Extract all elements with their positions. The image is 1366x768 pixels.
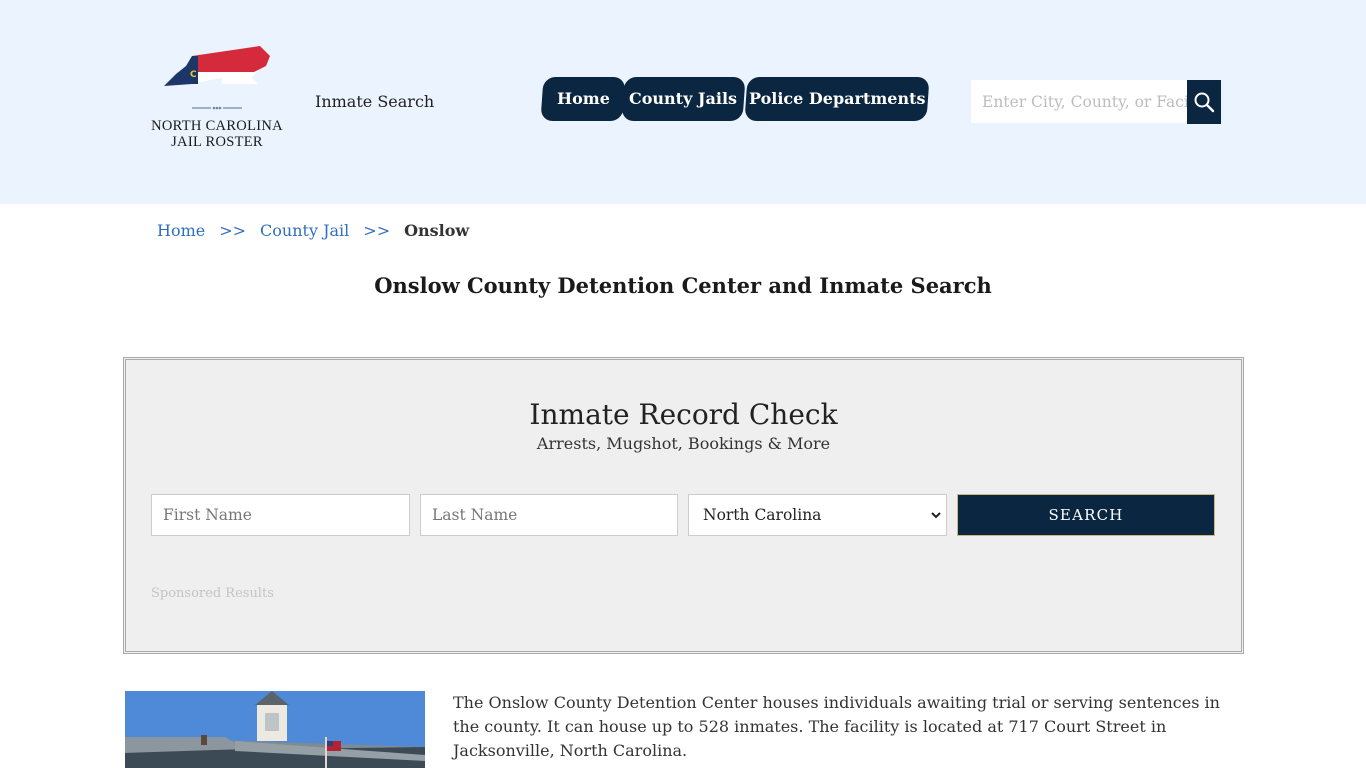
logo-line-2: JAIL ROSTER (171, 134, 263, 150)
record-check-title: Inmate Record Check (529, 398, 838, 431)
nav-police-departments[interactable]: Police Departments (744, 77, 930, 121)
breadcrumb-separator: >> (219, 221, 247, 240)
facility-search-button[interactable] (1187, 80, 1221, 124)
state-select[interactable]: North Carolina (688, 494, 947, 536)
nav-county-jails-label: County Jails (629, 89, 738, 108)
facility-search-input[interactable] (971, 80, 1187, 123)
breadcrumb-current: Onslow (404, 221, 470, 240)
nav-county-jails[interactable]: County Jails (621, 77, 746, 121)
chevron-down-icon (931, 512, 941, 519)
north-carolina-map-icon: C (164, 46, 270, 86)
breadcrumb-home[interactable]: Home (157, 221, 205, 240)
logo-line-1: NORTH CAROLINA (151, 118, 283, 134)
site-logo[interactable]: C NORTH CAROLINA JAIL ROSTER (146, 44, 288, 154)
inmate-record-check-panel: Inmate Record Check Arrests, Mugshot, Bo… (123, 357, 1244, 654)
inmate-search-link[interactable]: Inmate Search (315, 92, 434, 111)
breadcrumb: Home >> County Jail >> Onslow (157, 221, 469, 240)
state-select-value: North Carolina (703, 506, 822, 524)
intro-paragraph: The Onslow County Detention Center house… (453, 693, 1220, 760)
record-search-button[interactable]: SEARCH (957, 494, 1215, 536)
first-name-input[interactable] (151, 494, 410, 536)
nav-police-departments-label: Police Departments (748, 89, 926, 108)
svg-text:C: C (190, 70, 197, 80)
record-check-subtitle: Arrests, Mugshot, Bookings & More (536, 434, 831, 453)
facility-photo (125, 691, 425, 768)
breadcrumb-county-jail[interactable]: County Jail (260, 221, 349, 240)
divider-icon (192, 106, 242, 110)
nav-home-label: Home (556, 89, 610, 108)
sponsored-results-label: Sponsored Results (151, 586, 274, 601)
logo-text: NORTH CAROLINA JAIL ROSTER (146, 118, 288, 150)
search-icon (1194, 92, 1215, 113)
site-header: C NORTH CAROLINA JAIL ROSTER Inmate Sear… (0, 0, 1366, 204)
last-name-input[interactable] (420, 494, 678, 536)
detention-center-building-image (125, 691, 425, 768)
breadcrumb-separator: >> (363, 221, 391, 240)
page-title: Onslow County Detention Center and Inmat… (374, 273, 992, 298)
nav-home[interactable]: Home (540, 77, 626, 121)
